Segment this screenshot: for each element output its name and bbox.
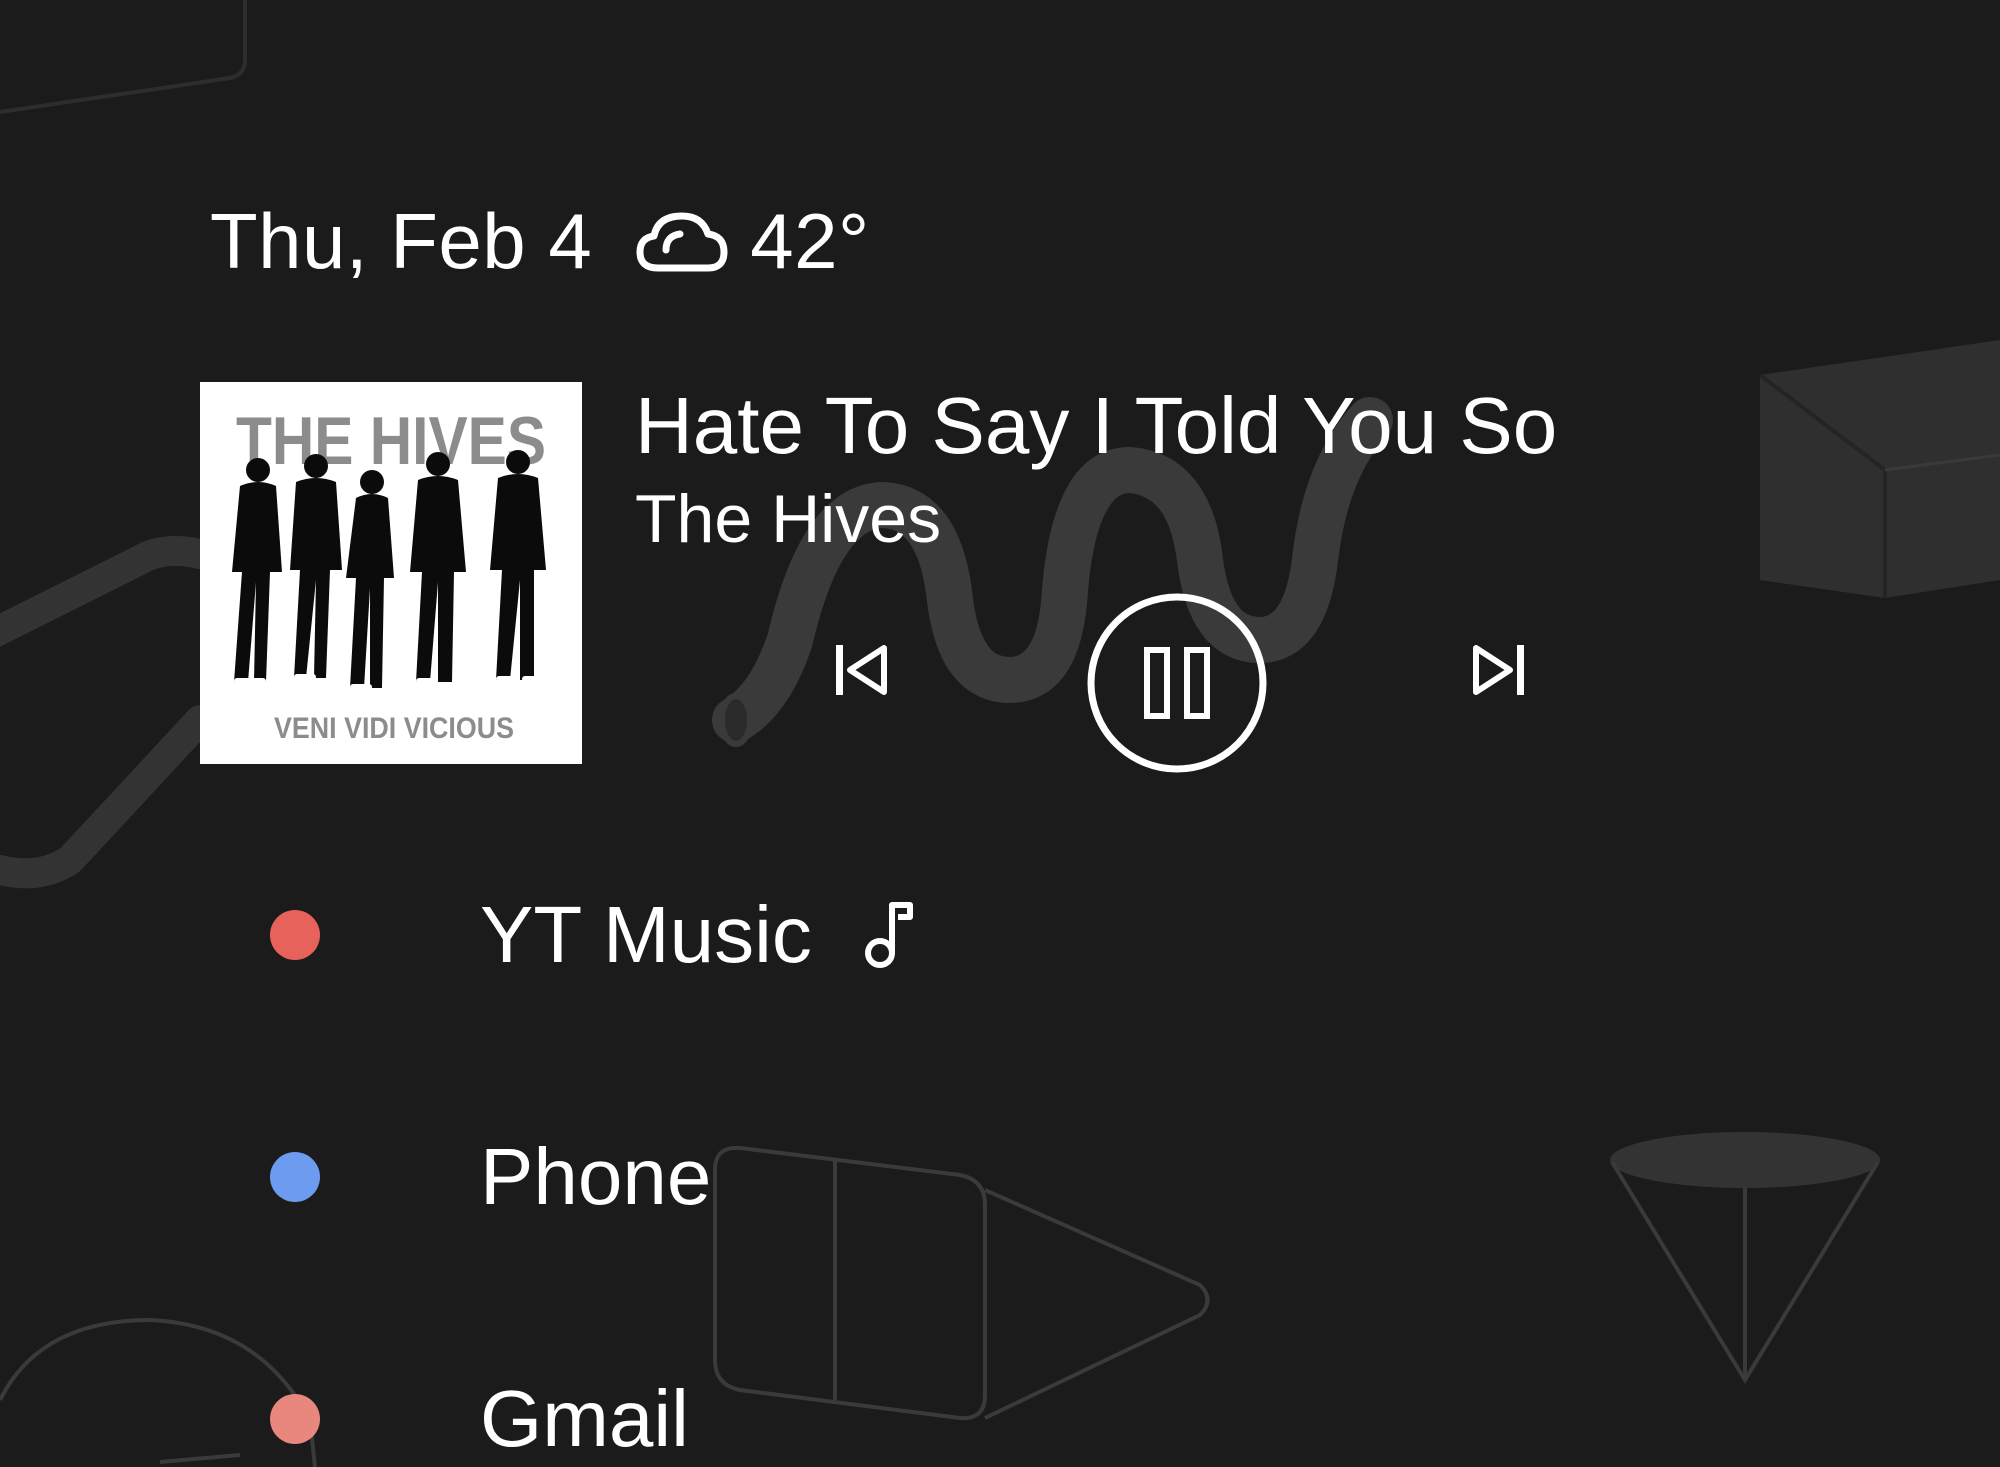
wallpaper-shape-rounded-rect <box>0 0 247 114</box>
skip-next-icon <box>1473 645 1524 695</box>
track-artist: The Hives <box>635 481 942 557</box>
notification-label: Gmail <box>480 1374 689 1463</box>
wallpaper-shape-arc <box>0 1317 317 1467</box>
wallpaper-shape-slab <box>0 536 245 889</box>
notification-dot <box>270 1152 320 1202</box>
lock-screen: Thu, Feb 4 42° THE HIVES VENI VIDI VICIO… <box>0 0 2000 1467</box>
notification-label: Phone <box>480 1132 712 1221</box>
album-band-text: THE HIVES <box>236 403 546 479</box>
track-title: Hate To Say I Told You So <box>635 381 1558 470</box>
pause-icon <box>1087 593 1267 773</box>
wallpaper-shape-cone <box>1610 1132 1880 1188</box>
media-player-card[interactable]: THE HIVES VENI VIDI VICIOUS Hate To Say … <box>200 382 1600 782</box>
previous-track-button[interactable] <box>810 620 910 720</box>
pause-button[interactable] <box>1086 592 1268 774</box>
wallpaper-shape-lantern <box>713 1145 1210 1421</box>
date-weather-line[interactable]: Thu, Feb 4 42° <box>210 196 870 286</box>
music-note-icon <box>860 899 914 971</box>
temperature-label: 42° <box>750 196 870 285</box>
notification-yt-music[interactable]: YT Music <box>270 880 914 990</box>
notification-phone[interactable]: Phone <box>270 1122 711 1232</box>
notification-dot <box>270 1394 320 1444</box>
date-label: Thu, Feb 4 <box>210 196 593 285</box>
skip-previous-icon <box>836 645 887 695</box>
album-art[interactable]: THE HIVES VENI VIDI VICIOUS <box>200 382 582 764</box>
album-title-text: VENI VIDI VICIOUS <box>274 712 514 745</box>
notification-gmail[interactable]: Gmail <box>270 1364 689 1467</box>
next-track-button[interactable] <box>1450 620 1550 720</box>
notification-dot <box>270 910 320 960</box>
cloud-icon <box>636 210 728 272</box>
wallpaper-shape-block <box>1760 340 2000 598</box>
notification-label: YT Music <box>480 890 812 979</box>
